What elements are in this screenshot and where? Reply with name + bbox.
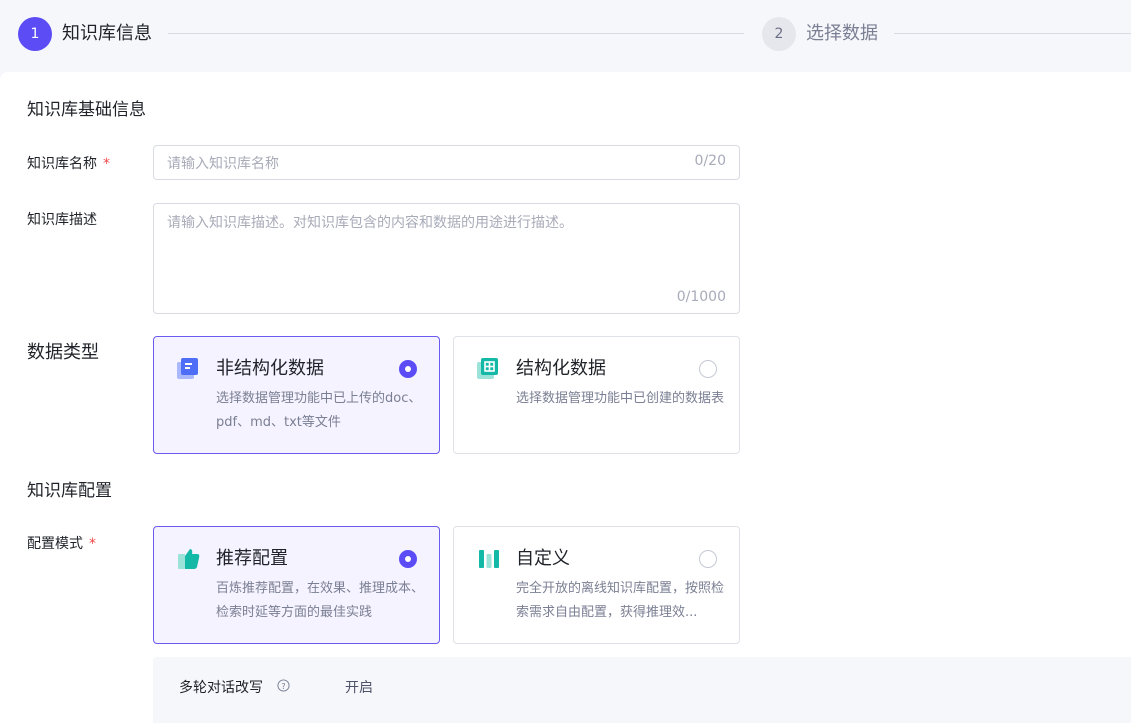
recommended-config-card[interactable]: 推荐配置 百炼推荐配置，在效果、推理成本、检索时延等方面的最佳实践	[153, 526, 440, 644]
name-input[interactable]: 请输入知识库名称 0/20	[153, 145, 740, 180]
name-label: 知识库名称 *	[27, 154, 110, 174]
help-icon[interactable]: ?	[277, 679, 290, 692]
structured-desc: 选择数据管理功能中已创建的数据表	[516, 391, 725, 406]
required-mark: *	[89, 536, 96, 552]
config-title: 知识库配置	[27, 481, 112, 501]
unstructured-title: 非结构化数据	[216, 358, 324, 379]
desc-textarea[interactable]: 请输入知识库描述。对知识库包含的内容和数据的用途进行描述。 0/1000	[153, 203, 740, 314]
custom-desc: 完全开放的离线知识库配置，按照检索需求自由配置，获得推理效...	[516, 581, 725, 620]
unstructured-desc: 选择数据管理功能中已上传的doc、pdf、md、txt等文件	[216, 391, 422, 430]
multi-turn-value: 开启	[345, 680, 373, 696]
step-connector	[168, 33, 744, 34]
multi-turn-label: 多轮对话改写	[179, 680, 263, 696]
step-2-number: 2	[762, 17, 796, 51]
form-panel: 知识库基础信息 知识库名称 * 请输入知识库名称 0/20 知识库描述 请输入知识…	[0, 72, 1131, 723]
step-indicator: 1 知识库信息 2 选择数据	[0, 0, 1131, 70]
structured-title: 结构化数据	[516, 358, 606, 379]
name-label-text: 知识库名称	[27, 156, 97, 172]
recommended-title: 推荐配置	[216, 548, 288, 569]
unstructured-data-card[interactable]: 非结构化数据 选择数据管理功能中已上传的doc、pdf、md、txt等文件	[153, 336, 440, 454]
desc-placeholder: 请输入知识库描述。对知识库包含的内容和数据的用途进行描述。	[167, 215, 573, 231]
unstructured-radio[interactable]	[399, 360, 417, 378]
recommended-desc: 百炼推荐配置，在效果、推理成本、检索时延等方面的最佳实践	[216, 581, 425, 620]
basic-info-title: 知识库基础信息	[27, 100, 146, 120]
structured-data-card[interactable]: 结构化数据 选择数据管理功能中已创建的数据表	[453, 336, 740, 454]
recommended-radio[interactable]	[399, 550, 417, 568]
thumbs-up-icon	[178, 549, 200, 569]
document-icon	[177, 358, 198, 379]
table-icon	[477, 358, 498, 379]
required-mark: *	[103, 156, 110, 172]
custom-radio[interactable]	[699, 550, 717, 568]
structured-radio[interactable]	[699, 360, 717, 378]
name-char-count: 0/20	[694, 153, 726, 169]
svg-text:?: ?	[281, 681, 285, 691]
step-1-number: 1	[18, 17, 52, 51]
step-1-label[interactable]: 知识库信息	[62, 22, 152, 46]
mode-label-text: 配置模式	[27, 536, 83, 552]
custom-title: 自定义	[516, 548, 570, 569]
config-details: 多轮对话改写 ? 开启	[153, 657, 1131, 723]
mode-label: 配置模式 *	[27, 534, 96, 554]
step-2-label[interactable]: 选择数据	[806, 22, 878, 46]
step-connector	[894, 33, 1131, 34]
desc-label: 知识库描述	[27, 212, 97, 228]
name-placeholder: 请输入知识库名称	[167, 156, 279, 172]
custom-bars-icon	[479, 550, 499, 568]
data-type-label: 数据类型	[27, 342, 99, 363]
custom-config-card[interactable]: 自定义 完全开放的离线知识库配置，按照检索需求自由配置，获得推理效...	[453, 526, 740, 644]
desc-char-count: 0/1000	[676, 289, 726, 305]
